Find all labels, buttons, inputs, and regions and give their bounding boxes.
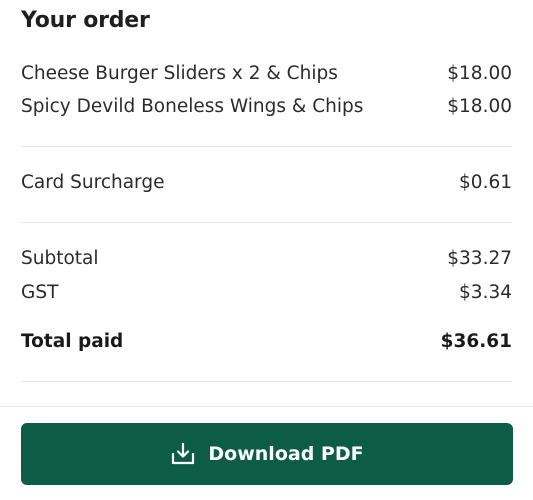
order-item-name: Cheese Burger Sliders x 2 & Chips [21, 62, 338, 84]
order-item-price: $18.00 [447, 62, 512, 84]
order-item-name: Spicy Devild Boneless Wings & Chips [21, 95, 364, 117]
download-pdf-label: Download PDF [208, 443, 364, 465]
divider [21, 222, 512, 223]
surcharge-row: Card Surcharge $0.61 [21, 169, 512, 195]
footer-divider [0, 406, 533, 407]
total-label: Total paid [21, 330, 124, 352]
total-value: $36.61 [440, 330, 512, 352]
divider [21, 146, 512, 147]
total-row: Total paid $36.61 [21, 328, 512, 354]
surcharge-label: Card Surcharge [21, 171, 165, 193]
download-icon [170, 442, 196, 466]
download-pdf-button[interactable]: Download PDF [21, 423, 513, 485]
gst-row: GST $3.34 [21, 279, 512, 305]
order-item: Spicy Devild Boneless Wings & Chips $18.… [21, 93, 512, 119]
gst-value: $3.34 [459, 281, 512, 303]
order-title: Your order [21, 8, 150, 33]
order-summary-page: Your order Cheese Burger Sliders x 2 & C… [0, 0, 533, 500]
subtotal-value: $33.27 [447, 247, 512, 269]
order-item-price: $18.00 [447, 95, 512, 117]
gst-label: GST [21, 281, 59, 303]
order-item: Cheese Burger Sliders x 2 & Chips $18.00 [21, 60, 512, 86]
divider [21, 381, 512, 382]
surcharge-value: $0.61 [459, 171, 512, 193]
subtotal-label: Subtotal [21, 247, 99, 269]
subtotal-row: Subtotal $33.27 [21, 245, 512, 271]
